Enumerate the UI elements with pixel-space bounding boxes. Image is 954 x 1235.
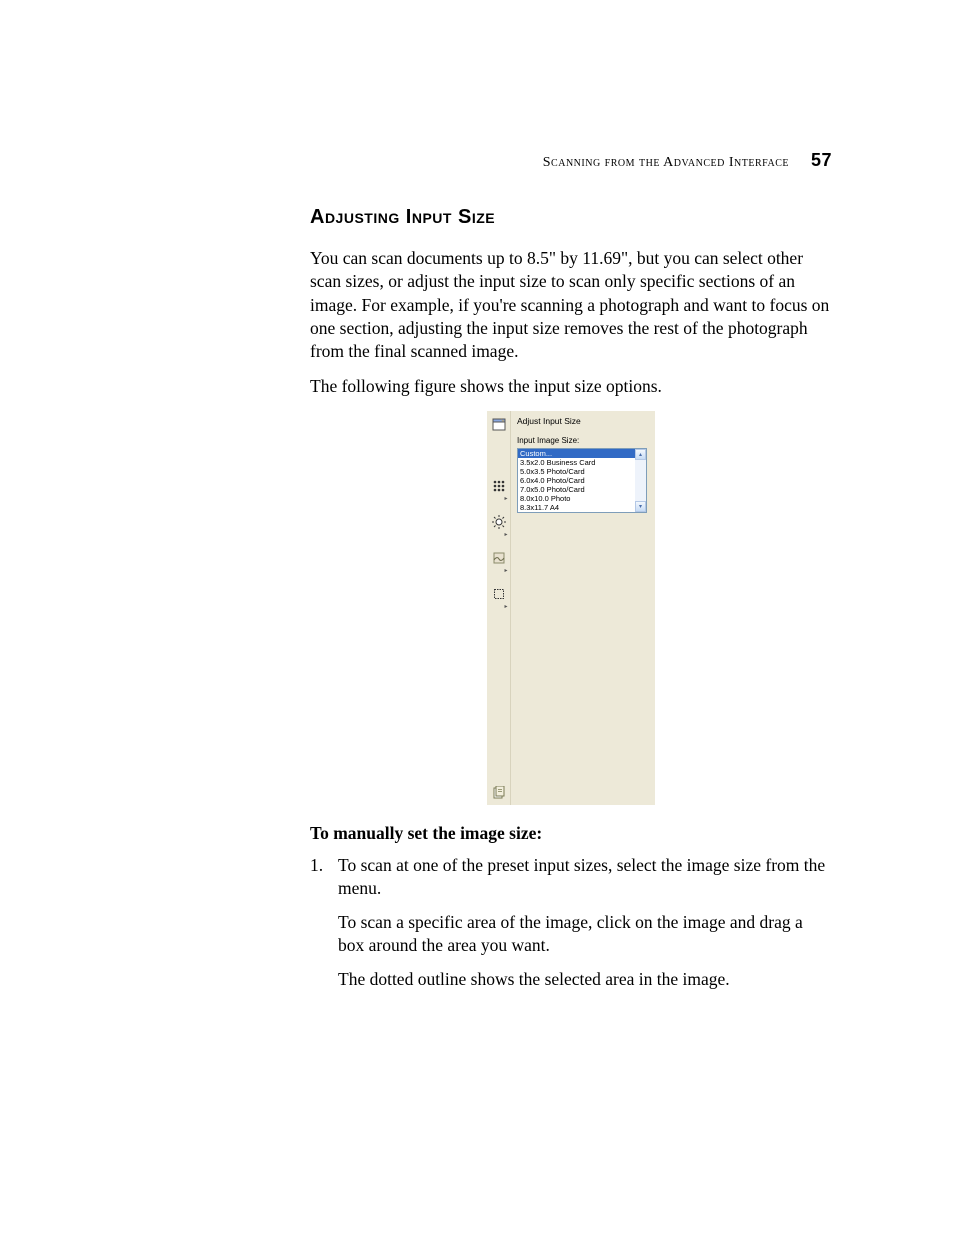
dropdown-option-7x5[interactable]: 7.0x5.0 Photo/Card (518, 485, 635, 494)
resolution-icon[interactable]: ▸ (489, 469, 509, 503)
dropdown-option-5x3[interactable]: 5.0x3.5 Photo/Card (518, 467, 635, 476)
panel-title: Adjust Input Size (517, 416, 650, 426)
paragraph-2: The following figure shows the input siz… (310, 375, 832, 398)
dropdown-option-6x4[interactable]: 6.0x4.0 Photo/Card (518, 476, 635, 485)
expand-arrow-icon: ▸ (504, 496, 507, 502)
preset-icon[interactable] (489, 415, 509, 435)
input-image-size-dropdown[interactable]: Custom... 3.5x2.0 Business Card 5.0x3.5 … (517, 448, 647, 513)
figure-toolbar: ▸ ▸ ▸ ▸ (487, 411, 511, 805)
dropdown-option-business-card[interactable]: 3.5x2.0 Business Card (518, 458, 635, 467)
profile-icon[interactable] (489, 783, 509, 803)
scroll-down-arrow-icon[interactable]: ▾ (635, 501, 646, 512)
adjust-input-size-panel: Adjust Input Size Input Image Size: Cust… (511, 411, 655, 805)
dropdown-option-8x10[interactable]: 8.0x10.0 Photo (518, 494, 635, 503)
list-item-number: 1. (310, 854, 338, 901)
expand-arrow-icon: ▸ (504, 568, 507, 574)
list-item-text: To scan at one of the preset input sizes… (338, 854, 832, 901)
numbered-list: 1. To scan at one of the preset input si… (310, 854, 832, 992)
dropdown-listbox[interactable]: Custom... 3.5x2.0 Business Card 5.0x3.5 … (518, 449, 646, 512)
list-item-1-continuation-a: To scan a specific area of the image, cl… (338, 911, 832, 958)
paragraph-1: You can scan documents up to 8.5" by 11.… (310, 247, 832, 363)
dropdown-option-custom[interactable]: Custom... (518, 449, 635, 458)
content-column: Adjusting Input Size You can scan docume… (310, 206, 832, 1002)
input-size-figure: ▸ ▸ ▸ ▸ (487, 411, 655, 805)
procedure-heading: To manually set the image size: (310, 823, 832, 844)
dropdown-option-a4[interactable]: 8.3x11.7 A4 (518, 503, 635, 512)
expand-arrow-icon: ▸ (504, 532, 507, 538)
brightness-icon[interactable]: ▸ (489, 505, 509, 539)
input-image-size-label: Input Image Size: (517, 436, 650, 445)
figure-container: ▸ ▸ ▸ ▸ (310, 411, 832, 805)
list-item-1: 1. To scan at one of the preset input si… (310, 854, 832, 901)
input-size-icon[interactable]: ▸ (489, 577, 509, 611)
page-number: 57 (811, 150, 832, 170)
expand-arrow-icon: ▸ (504, 604, 507, 610)
running-head-text: Scanning from the Advanced Interface (543, 155, 789, 170)
scroll-up-arrow-icon[interactable]: ▴ (635, 449, 646, 460)
list-item-1-continuation-b: The dotted outline shows the selected ar… (338, 968, 832, 992)
running-head: Scanning from the Advanced Interface 57 (543, 150, 832, 171)
filters-icon[interactable]: ▸ (489, 541, 509, 575)
page: Scanning from the Advanced Interface 57 … (0, 0, 954, 1235)
section-heading: Adjusting Input Size (310, 206, 832, 229)
scroll-track[interactable] (635, 460, 646, 501)
dropdown-scrollbar[interactable]: ▴ ▾ (635, 449, 646, 512)
